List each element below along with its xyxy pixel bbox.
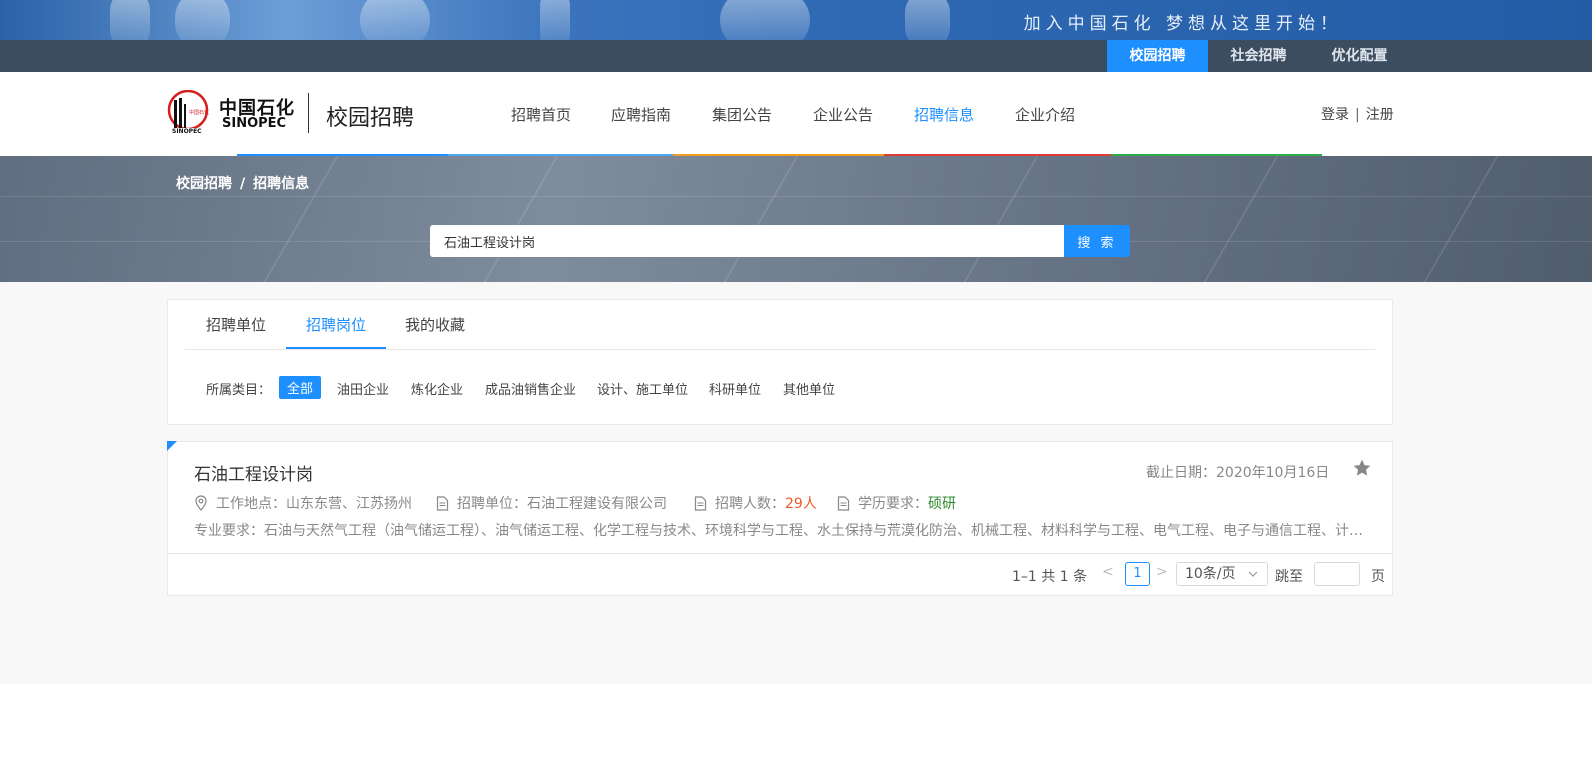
document-icon [837,495,850,511]
page-size-select[interactable]: 10条/页 [1176,562,1268,586]
location-label: 工作地点： [216,496,286,512]
page-suffix: 页 [1371,569,1385,585]
top-subnav: 校园招聘 社会招聘 优化配置 [0,40,1592,72]
nav-company-announcements[interactable]: 企业公告 [813,104,873,125]
tab-recruiting-units[interactable]: 招聘单位 [206,314,266,335]
category-refining[interactable]: 炼化企业 [411,379,463,398]
pagination-current-page[interactable]: 1 [1125,562,1150,586]
job-title[interactable]: 石油工程设计岗 [194,460,313,485]
location-pin-icon [195,495,207,511]
pagination-prev[interactable]: < [1102,564,1114,580]
job-deadline: 截止日期：2020年10月16日 [1146,465,1330,481]
tab-recruiting-positions[interactable]: 招聘岗位 [306,314,366,335]
job-card-divider [168,553,1392,554]
document-icon [436,495,449,511]
main-content: 招聘单位 招聘岗位 我的收藏 所属类目： 全部 油田企业 炼化企业 成品油销售企… [0,282,1592,684]
location-value: 山东东营、江苏扬州 [286,496,412,512]
subnav-optimized-allocation[interactable]: 优化配置 [1309,40,1410,72]
job-search-input[interactable] [430,225,1064,257]
page-size-value: 10条/页 [1185,566,1236,582]
pagination-summary: 1–1 共 1 条 [1012,569,1088,585]
breadcrumb-campus[interactable]: 校园招聘 [176,176,232,192]
jump-label: 跳至 [1275,569,1303,585]
brand-divider [308,93,309,133]
nav-company-intro[interactable]: 企业介绍 [1015,104,1075,125]
category-oilfield[interactable]: 油田企业 [337,379,389,398]
tab-divider [185,349,1375,350]
unit-value: 石油工程建设有限公司 [527,496,667,512]
nav-group-announcements[interactable]: 集团公告 [712,104,772,125]
tab-my-favorites[interactable]: 我的收藏 [405,314,465,335]
hero-search-section: 校园招聘 / 招聘信息 搜 索 [0,156,1592,282]
svg-text:SINOPEC: SINOPEC [172,128,202,134]
job-unit: 招聘单位： 石油工程建设有限公司 [436,493,667,513]
jump-page-input[interactable] [1314,562,1360,586]
category-design-construction[interactable]: 设计、施工单位 [597,379,688,398]
headcount-label: 招聘人数： [715,496,785,512]
nav-recruitment-home[interactable]: 招聘首页 [511,104,571,125]
subnav-social-recruitment[interactable]: 社会招聘 [1208,40,1309,72]
filter-card: 招聘单位 招聘岗位 我的收藏 所属类目： 全部 油田企业 炼化企业 成品油销售企… [167,299,1393,425]
card-corner-marker [167,441,177,451]
breadcrumb-current: 招聘信息 [253,176,310,192]
job-major-requirements: 专业要求：石油与天然气工程（油气储运工程）、油气储运工程、化学工程与技术、环境科… [194,523,1364,539]
pagination-next[interactable]: > [1156,564,1168,580]
register-link[interactable]: 注册 [1366,107,1394,123]
job-card[interactable]: 石油工程设计岗 截止日期：2020年10月16日 工作地点： 山东东营、江苏扬州 … [167,441,1393,596]
breadcrumb: 校园招聘 / 招聘信息 [176,173,309,193]
category-other[interactable]: 其他单位 [783,379,835,398]
brand-subtitle: 校园招聘 [326,106,415,131]
job-education: 学历要求： 硕研 [837,493,956,513]
category-all[interactable]: 全部 [279,376,322,399]
svg-text:中国石化: 中国石化 [189,109,209,116]
category-oil-sales[interactable]: 成品油销售企业 [485,379,576,398]
chevron-down-icon [1248,571,1258,577]
document-icon [694,495,707,511]
unit-label: 招聘单位： [457,496,527,512]
category-label: 所属类目： [206,383,272,398]
nav-recruitment-info[interactable]: 招聘信息 [914,104,974,125]
education-value: 硕研 [928,496,956,512]
brand-name-en: SINOPEC [222,116,287,131]
site-header: 中国石化 SINOPEC 中国石化 SINOPEC 校园招聘 招聘首页 应聘指南… [0,72,1592,157]
headcount-value: 29人 [785,496,817,512]
auth-separator: | [1355,107,1360,123]
search-button[interactable]: 搜 索 [1064,225,1130,257]
login-link[interactable]: 登录 [1321,107,1349,123]
job-location: 工作地点： 山东东营、江苏扬州 [194,493,412,513]
favorite-star-icon[interactable] [1352,458,1372,478]
top-banner: 加入中国石化 梦想从这里开始！ [0,0,1592,40]
nav-application-guide[interactable]: 应聘指南 [611,104,671,125]
auth-links: 登录 | 注册 [1321,104,1394,124]
education-label: 学历要求： [858,496,928,512]
subnav-campus-recruitment[interactable]: 校园招聘 [1107,40,1208,72]
category-research[interactable]: 科研单位 [709,379,761,398]
sinopec-logo-icon[interactable]: 中国石化 SINOPEC [167,90,209,134]
job-headcount: 招聘人数： 29人 [694,493,817,513]
banner-slogan: 加入中国石化 梦想从这里开始！ [1023,14,1342,34]
breadcrumb-separator: / [240,176,246,192]
